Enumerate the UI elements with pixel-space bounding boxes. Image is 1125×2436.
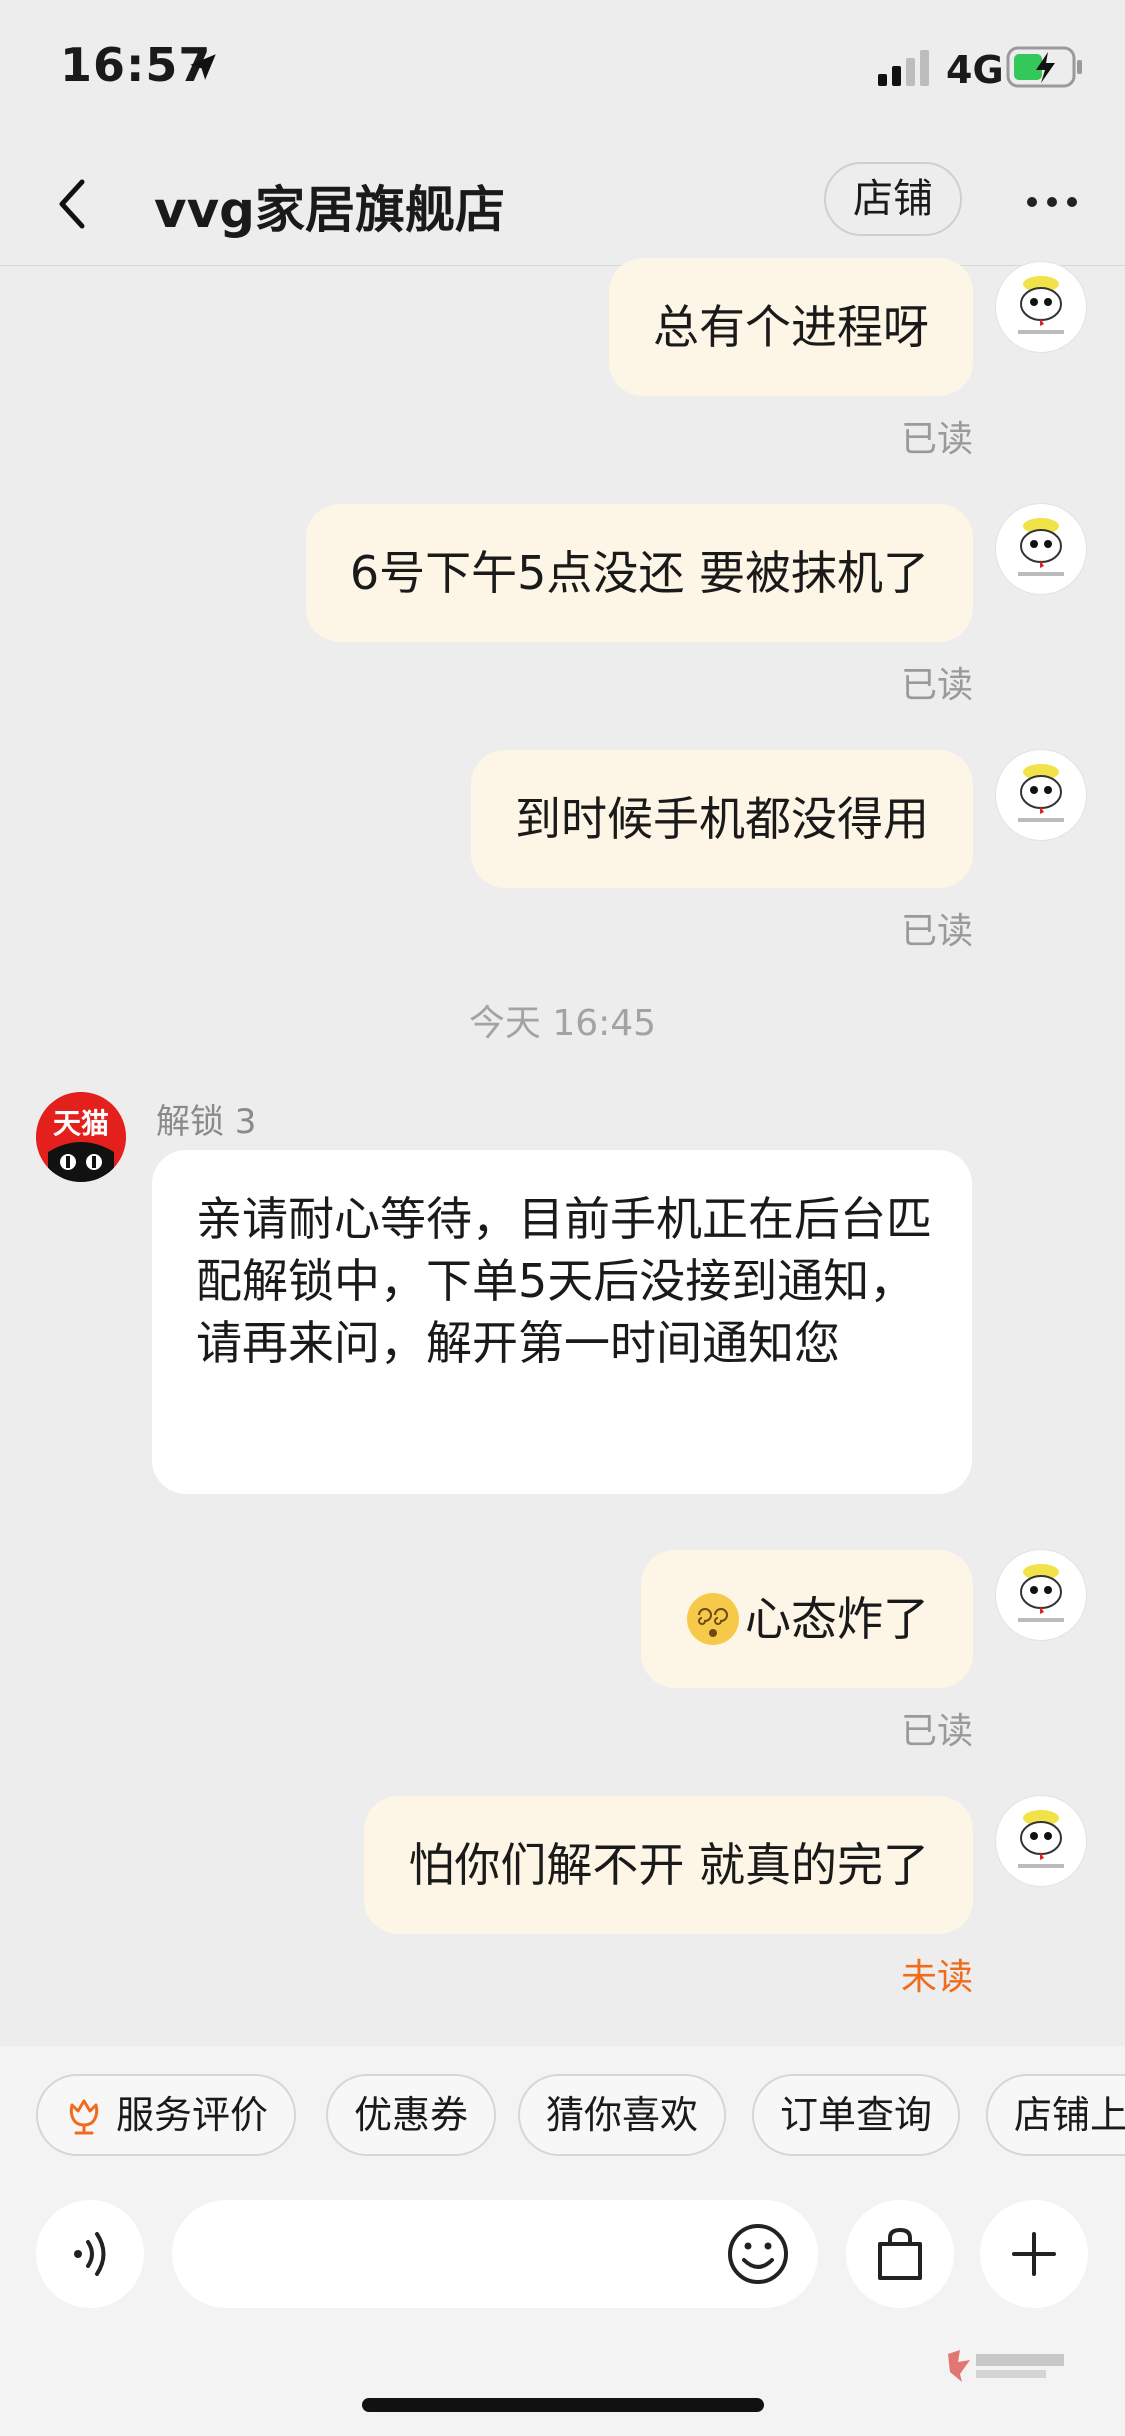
outgoing-message-text: 心态炸了 [745, 1592, 929, 1646]
bag-icon [878, 2227, 922, 2280]
incoming-message[interactable]: 亲请耐心等待，目前手机正在后台匹配解锁中，下单5天后没接到通知，请再来问，解开第… [152, 1150, 972, 1494]
outgoing-message[interactable]: 到时候手机都没得用 [471, 750, 973, 888]
voice-button[interactable] [36, 2200, 144, 2308]
chip-label: 服务评价 [116, 2093, 269, 2137]
more-actions-button[interactable] [980, 2200, 1088, 2308]
voice-icon [74, 2232, 106, 2276]
message-input[interactable] [172, 2200, 818, 2308]
shop-avatar-label: 天猫 [52, 1107, 109, 1140]
battery-charging-icon [1006, 46, 1082, 88]
home-indicator [362, 2398, 764, 2412]
sender-name: 解锁 3 [156, 1102, 257, 1142]
dizzy-face-emoji-icon [687, 1593, 739, 1645]
time-divider: 今天 16:45 [468, 1003, 657, 1044]
chip-guess-you-like[interactable]: 猜你喜欢 [518, 2074, 727, 2156]
watermark-logo-icon [948, 2350, 1064, 2382]
avatar-face-icon [1018, 764, 1064, 822]
avatar[interactable] [996, 1550, 1086, 1640]
emoji-icon[interactable] [726, 2222, 790, 2286]
outgoing-message[interactable]: 怕你们解不开 就真的完了 [364, 1796, 973, 1934]
nav-bar: vvg家居旗舰店 店铺 [0, 140, 1125, 266]
avatar-face-icon [1018, 518, 1064, 576]
back-icon[interactable] [52, 176, 92, 232]
plus-icon [1012, 2232, 1056, 2276]
unread-status: 未读 [900, 1957, 973, 1998]
flower-icon [69, 2099, 99, 2135]
read-status: 已读 [900, 911, 973, 952]
outgoing-message[interactable]: 6号下午5点没还 要被抹机了 [305, 504, 973, 642]
avatar[interactable] [996, 262, 1086, 352]
shop-button[interactable]: 店铺 [824, 162, 962, 236]
chip-coupon[interactable]: 优惠券 [326, 2074, 497, 2156]
product-bag-button[interactable] [846, 2200, 954, 2308]
read-status: 已读 [900, 1711, 973, 1752]
chip-order-query[interactable]: 订单查询 [752, 2074, 961, 2156]
avatar[interactable] [996, 750, 1086, 840]
avatar-face-icon [1018, 276, 1064, 334]
shop-avatar[interactable]: 天猫 [36, 1092, 126, 1182]
chip-service-review[interactable]: 服务评价 [36, 2074, 297, 2156]
signal-icon [878, 50, 929, 86]
read-status: 已读 [900, 665, 973, 706]
outgoing-message[interactable]: 总有个进程呀 [609, 258, 973, 396]
page-title: vvg家居旗舰店 [154, 181, 505, 239]
avatar-face-icon [1018, 1810, 1064, 1868]
location-arrow-icon [190, 54, 216, 80]
avatar-face-icon [1018, 1564, 1064, 1622]
outgoing-message[interactable]: 心态炸了 [641, 1550, 973, 1688]
avatar[interactable] [996, 504, 1086, 594]
chip-shop-new[interactable]: 店铺上新 [986, 2074, 1125, 2156]
read-status: 已读 [900, 419, 973, 460]
quick-actions-bar: 服务评价 优惠券 猜你喜欢 订单查询 店铺上新 [0, 2046, 1125, 2186]
network-type: 4G [946, 48, 1004, 92]
more-icon[interactable] [1024, 192, 1080, 212]
avatar[interactable] [996, 1796, 1086, 1886]
status-bar: 16:57 4G [0, 0, 1125, 140]
